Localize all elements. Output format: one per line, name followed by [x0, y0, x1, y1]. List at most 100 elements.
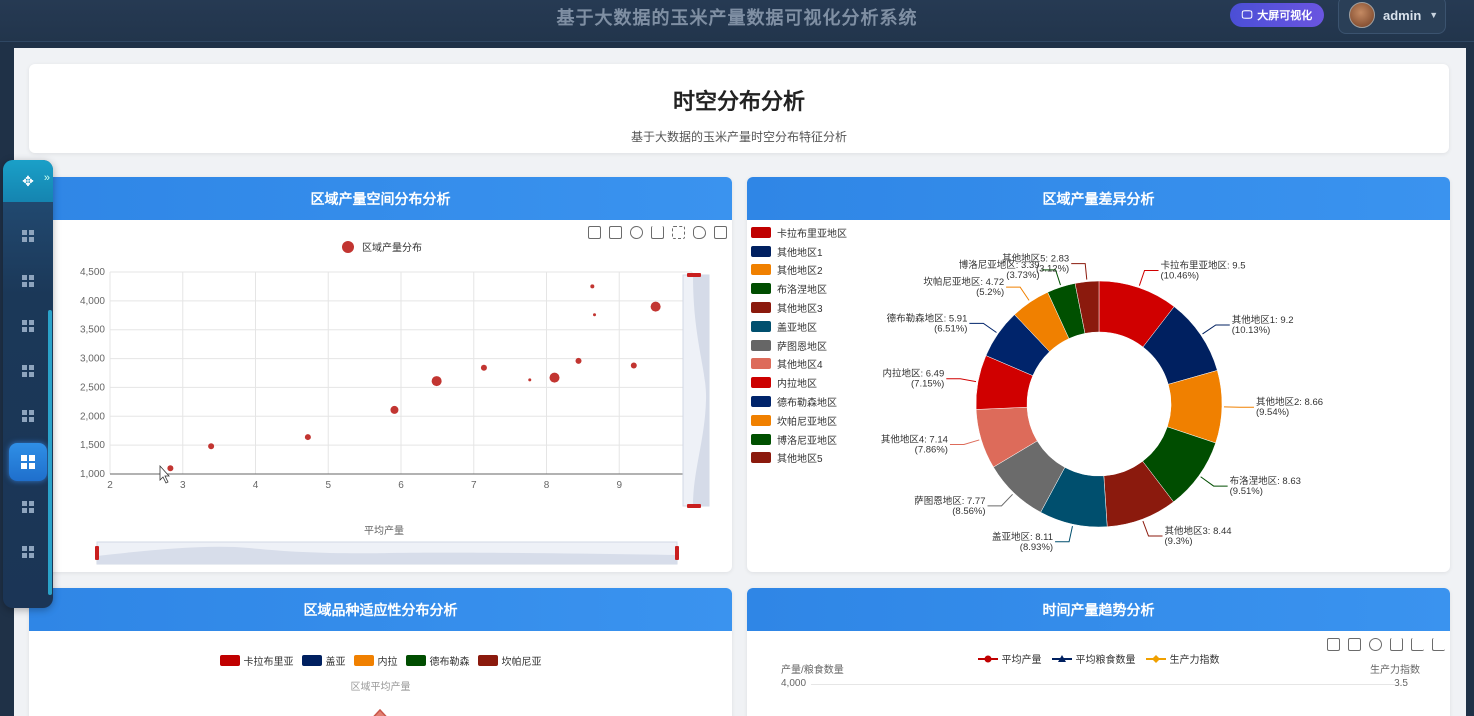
scatter-point[interactable]: [480, 364, 487, 371]
x-tick-label: 7: [471, 480, 477, 491]
legend-marker: [977, 655, 998, 662]
right-y-axis-label: 生产力指数: [1370, 665, 1420, 676]
grid-icon: [21, 455, 35, 469]
scatter-point[interactable]: [528, 378, 532, 382]
radar-panel: 区域品种适应性分布分析 卡拉布里亚 盖亚 内拉 德布勒森 坎帕尼亚 区域平均产量: [29, 588, 732, 716]
trend-panel: 时间产量趋势分析 平均产量 平均粮食数量 生产力指数 产量/粮食数量 生产力指数 4…: [747, 588, 1450, 716]
trend-legend-item[interactable]: 平均粮食数量: [1051, 651, 1136, 666]
trend-chart[interactable]: [747, 708, 1450, 716]
trend-legend-item[interactable]: 平均产量: [977, 651, 1042, 666]
radar-legend-item[interactable]: 德布勒森: [405, 653, 470, 668]
scatter-point[interactable]: [208, 443, 215, 450]
zoom-icon[interactable]: [1327, 638, 1340, 651]
big-screen-label: 大屏可视化: [1257, 10, 1313, 22]
sidebar-nav-item[interactable]: [15, 403, 41, 429]
legend-marker: [1051, 654, 1072, 662]
sidebar-nav-item[interactable]: [15, 494, 41, 520]
grid-icon: [22, 275, 34, 287]
scatter-point[interactable]: [650, 301, 661, 312]
legend-swatch: [301, 655, 322, 666]
slice-percent: (7.86%): [915, 445, 948, 456]
legend-swatch: [477, 655, 498, 666]
legend-swatch: [219, 655, 240, 666]
line-chart-icon[interactable]: [1411, 638, 1424, 651]
grid-icon: [22, 230, 34, 242]
right-y-tick: 3.5: [1394, 678, 1408, 689]
horizontal-datazoom[interactable]: [95, 541, 679, 565]
user-menu[interactable]: admin ▼: [1338, 0, 1446, 34]
scatter-point[interactable]: [630, 362, 637, 369]
scatter-panel: 区域产量空间分布分析 1,000 1,500 2,000 2,500 3,000 3,50…: [29, 177, 732, 572]
main-content: 时空分布分析 基于大数据的玉米产量时空分布特征分析 区域产量空间分布分析 1,0…: [14, 48, 1466, 716]
radar-legend-item[interactable]: 盖亚: [301, 653, 346, 668]
slice-percent: (9.3%): [1165, 536, 1193, 547]
legend-label: 内拉: [377, 657, 398, 668]
y-tick-label: 4,000: [80, 296, 105, 307]
radar-legend-item[interactable]: 坎帕尼亚: [477, 653, 542, 668]
top-bar: 基于大数据的玉米产量数据可视化分析系统 🖵 大屏可视化 admin ▼: [0, 0, 1474, 42]
legend-swatch: [353, 655, 374, 666]
radar-indicator-label: 区域平均产量: [350, 682, 411, 693]
label-line: [1202, 324, 1230, 335]
sidebar-nav-item[interactable]: [15, 313, 41, 339]
slice-percent: (10.46%): [1161, 271, 1200, 282]
radar-legend-item[interactable]: 内拉: [353, 653, 398, 668]
bar-chart-icon[interactable]: [1432, 638, 1445, 651]
sidebar-nav-item[interactable]: [15, 223, 41, 249]
sidebar-nav-item[interactable]: [15, 358, 41, 384]
sidebar-nav-item[interactable]: [15, 268, 41, 294]
radar-legend-item[interactable]: 卡拉布里亚: [219, 653, 294, 668]
scatter-chart[interactable]: 1,000 1,500 2,000 2,500 3,000 3,500 4,000 4,500…: [29, 220, 732, 572]
download-icon[interactable]: [1390, 638, 1403, 651]
zoom-reset-icon[interactable]: [1348, 638, 1361, 651]
label-line: [1142, 520, 1163, 537]
page-header: 时空分布分析 基于大数据的玉米产量时空分布特征分析: [29, 64, 1449, 153]
y-tick-label: 4,500: [80, 267, 105, 278]
page-title: 时空分布分析: [672, 89, 805, 114]
scatter-point[interactable]: [304, 434, 311, 441]
expand-chevron-icon[interactable]: »: [44, 172, 50, 184]
radar-legend[interactable]: 卡拉布里亚 盖亚 内拉 德布勒森 坎帕尼亚: [29, 653, 732, 668]
legend-label: 平均粮食数量: [1075, 655, 1136, 666]
slice-percent: (7.15%): [911, 379, 944, 390]
scatter-point[interactable]: [575, 357, 582, 364]
restore-icon[interactable]: [1369, 638, 1382, 651]
trend-toolbox: [1327, 638, 1445, 651]
page-subtitle: 基于大数据的玉米产量时空分布特征分析: [630, 130, 847, 144]
trend-legend-item[interactable]: 生产力指数: [1145, 651, 1220, 666]
scatter-point[interactable]: [549, 372, 560, 383]
label-line: [1006, 286, 1030, 301]
y-tick-label: 3,500: [80, 325, 105, 336]
drag-handle[interactable]: ✥ »: [3, 160, 53, 202]
sidebar-nav-item[interactable]: [9, 443, 47, 481]
x-axis-label: 平均产量: [364, 524, 404, 537]
scatter-legend-label[interactable]: 区域产量分布: [362, 241, 422, 254]
donut-chart[interactable]: 卡拉布里亚地区: 9.5(10.46%)其他地区1: 9.2(10.13%)其他…: [747, 220, 1450, 572]
x-tick-label: 5: [325, 480, 331, 491]
slice-percent: (8.93%): [1020, 542, 1053, 553]
caret-down-icon: ▼: [1429, 10, 1439, 20]
slice-percent: (5.2%): [976, 287, 1004, 298]
scatter-point[interactable]: [167, 465, 174, 472]
legend-label: 平均产量: [1001, 655, 1042, 666]
label-line: [1071, 263, 1088, 280]
scatter-point[interactable]: [431, 376, 442, 387]
grid-icon: [22, 410, 34, 422]
big-screen-button[interactable]: 🖵 大屏可视化: [1230, 3, 1324, 27]
vertical-datazoom[interactable]: [682, 273, 710, 508]
monitor-icon: 🖵: [1241, 8, 1253, 21]
left-y-tick: 4,000: [781, 678, 807, 689]
slice-percent: (9.51%): [1230, 486, 1263, 497]
sidebar-nav-item[interactable]: [15, 539, 41, 565]
scatter-point[interactable]: [390, 405, 399, 414]
scatter-point[interactable]: [593, 313, 597, 317]
legend-label: 坎帕尼亚: [501, 657, 542, 668]
gridline: [811, 684, 1396, 685]
pie-panel: 区域产量差异分析 卡拉布里亚地区 其他地区1 其他地区2 布洛涅地区 其他地区3 盖亚地区…: [747, 177, 1450, 572]
trend-legend[interactable]: 平均产量 平均粮食数量 生产力指数: [747, 651, 1450, 666]
scatter-point[interactable]: [590, 284, 595, 289]
label-line: [946, 378, 977, 383]
label-line: [1138, 270, 1159, 286]
radar-chart[interactable]: [29, 698, 732, 716]
legend-label: 盖亚: [325, 657, 346, 668]
